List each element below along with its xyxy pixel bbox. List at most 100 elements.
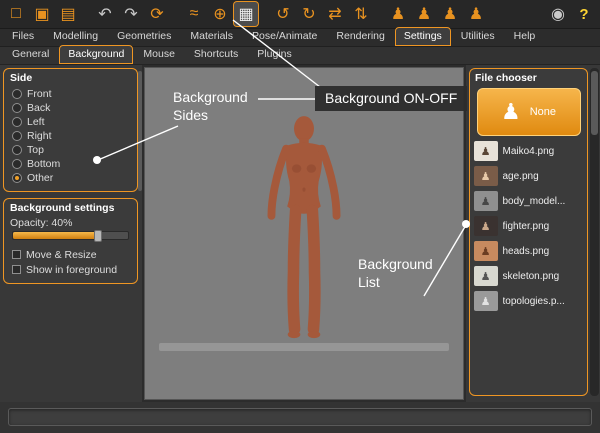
background-item[interactable]: ♟ heads.png xyxy=(473,241,584,261)
opacity-slider[interactable] xyxy=(12,230,129,242)
file-chooser-panel: File chooser ♟ None ♟ Maiko4.png ♟ age.p… xyxy=(469,68,588,396)
radio-other[interactable]: Other xyxy=(10,171,131,185)
tab-utilities[interactable]: Utilities xyxy=(452,27,504,46)
grab-screen-icon[interactable]: ◉ xyxy=(546,2,570,26)
radio-back[interactable]: Back xyxy=(10,101,131,115)
file-chooser-title: File chooser xyxy=(475,72,537,84)
undo-icon[interactable]: ↶ xyxy=(93,2,117,26)
tab-shortcuts[interactable]: Shortcuts xyxy=(185,45,247,64)
sub-tab-bar: General Background Mouse Shortcuts Plugi… xyxy=(0,45,600,65)
view-side-icon[interactable]: ♟ xyxy=(412,2,436,26)
radio-circle-selected xyxy=(12,173,22,183)
thumbnail-icon: ♟ xyxy=(473,241,498,261)
thumbnail-icon: ♟ xyxy=(473,191,498,211)
scrollbar-thumb[interactable] xyxy=(591,71,598,135)
opacity-slider-handle[interactable] xyxy=(93,230,102,242)
radio-label: Other xyxy=(27,172,54,184)
radio-right[interactable]: Right xyxy=(10,129,131,143)
thumbnail-icon: ♟ xyxy=(473,216,498,236)
left-panel-scrollbar[interactable] xyxy=(138,71,142,191)
tab-modelling[interactable]: Modelling xyxy=(44,27,107,46)
background-item-label: heads.png xyxy=(502,245,550,257)
tab-rendering[interactable]: Rendering xyxy=(327,27,393,46)
background-toggle-icon[interactable]: ▦ xyxy=(234,2,258,26)
globe-icon[interactable]: ⊕ xyxy=(208,2,232,26)
radio-circle xyxy=(12,131,22,141)
tab-files[interactable]: Files xyxy=(3,27,43,46)
redo-icon[interactable]: ↷ xyxy=(119,2,143,26)
annotation-background-sides: Background Sides xyxy=(173,89,248,124)
window-scrollbar[interactable] xyxy=(590,68,599,396)
checkbox-show-foreground[interactable]: Show in foreground xyxy=(10,262,131,277)
view-front-icon[interactable]: ♟ xyxy=(386,2,410,26)
tab-mouse[interactable]: Mouse xyxy=(134,45,184,64)
background-item-label: Maiko4.png xyxy=(502,145,555,157)
thumbnail-icon: ♟ xyxy=(473,166,498,186)
background-item[interactable]: ♟ skeleton.png xyxy=(473,266,584,286)
view-top-icon[interactable]: ♟ xyxy=(438,2,462,26)
load-icon[interactable]: ▤ xyxy=(56,2,80,26)
tab-pose-animate[interactable]: Pose/Animate xyxy=(243,27,326,46)
radio-bottom[interactable]: Bottom xyxy=(10,157,131,171)
side-group-title: Side xyxy=(10,72,33,84)
radio-circle xyxy=(12,89,22,99)
status-bar xyxy=(8,408,592,426)
background-item-label: topologies.p... xyxy=(502,295,565,307)
radio-label: Left xyxy=(27,116,45,128)
radio-label: Top xyxy=(27,144,44,156)
opacity-slider-fill xyxy=(13,232,96,239)
settings-panel: Side Front Back Left Right Top Bottom Ot… xyxy=(0,65,142,402)
rotate-left-icon[interactable]: ↺ xyxy=(271,2,295,26)
radio-circle xyxy=(12,159,22,169)
radio-label: Right xyxy=(27,130,52,142)
status-area xyxy=(0,402,600,433)
tab-materials[interactable]: Materials xyxy=(181,27,242,46)
pose-icon[interactable]: ♟ xyxy=(464,2,488,26)
annotation-background-onoff: Background ON-OFF xyxy=(315,86,468,112)
radio-left[interactable]: Left xyxy=(10,115,131,129)
ground-plane xyxy=(159,343,449,351)
human-model[interactable] xyxy=(239,114,369,366)
background-item[interactable]: ♟ Maiko4.png xyxy=(473,141,584,161)
background-item-none[interactable]: ♟ None xyxy=(476,88,581,136)
tab-plugins[interactable]: Plugins xyxy=(248,45,300,64)
tab-help[interactable]: Help xyxy=(505,27,545,46)
new-icon[interactable]: □ xyxy=(4,2,28,26)
checkbox-label: Move & Resize xyxy=(26,248,97,261)
save-icon[interactable]: ▣ xyxy=(30,2,54,26)
background-item-label: None xyxy=(529,106,557,118)
radio-top[interactable]: Top xyxy=(10,143,131,157)
radio-front[interactable]: Front xyxy=(10,87,131,101)
tab-background[interactable]: Background xyxy=(59,45,134,64)
checkbox-box xyxy=(12,250,21,259)
tab-geometries[interactable]: Geometries xyxy=(108,27,180,46)
help-icon[interactable]: ? xyxy=(572,2,596,26)
background-item[interactable]: ♟ body_model... xyxy=(473,191,584,211)
radio-circle xyxy=(12,117,22,127)
tab-general[interactable]: General xyxy=(3,45,58,64)
rotate-vertical-icon[interactable]: ⇅ xyxy=(349,2,373,26)
background-item[interactable]: ♟ topologies.p... xyxy=(473,291,584,311)
radio-label: Front xyxy=(27,88,52,100)
right-panel: File chooser ♟ None ♟ Maiko4.png ♟ age.p… xyxy=(466,65,600,402)
reset-icon[interactable]: ⟳ xyxy=(145,2,169,26)
thumbnail-icon: ♟ xyxy=(473,141,498,161)
tab-settings[interactable]: Settings xyxy=(394,27,451,46)
rotate-horizontal-icon[interactable]: ⇄ xyxy=(323,2,347,26)
thumbnail-icon: ♟ xyxy=(473,291,498,311)
background-item[interactable]: ♟ fighter.png xyxy=(473,216,584,236)
modifiers-icon[interactable]: ≈ xyxy=(182,2,206,26)
opacity-label: Opacity: 40% xyxy=(10,217,73,229)
main-area: Side Front Back Left Right Top Bottom Ot… xyxy=(0,65,600,402)
checkbox-box xyxy=(12,265,21,274)
person-icon: ♟ xyxy=(500,99,521,124)
rotate-right-icon[interactable]: ↻ xyxy=(297,2,321,26)
background-item[interactable]: ♟ age.png xyxy=(473,166,584,186)
background-settings-title: Background settings xyxy=(10,202,115,214)
checkbox-move-resize[interactable]: Move & Resize xyxy=(10,247,131,262)
background-item-label: age.png xyxy=(502,170,539,182)
background-list: ♟ None ♟ Maiko4.png ♟ age.png ♟ body_mod… xyxy=(473,88,584,311)
radio-circle xyxy=(12,103,22,113)
checkbox-label: Show in foreground xyxy=(26,263,118,276)
background-item-label: skeleton.png xyxy=(502,270,560,282)
